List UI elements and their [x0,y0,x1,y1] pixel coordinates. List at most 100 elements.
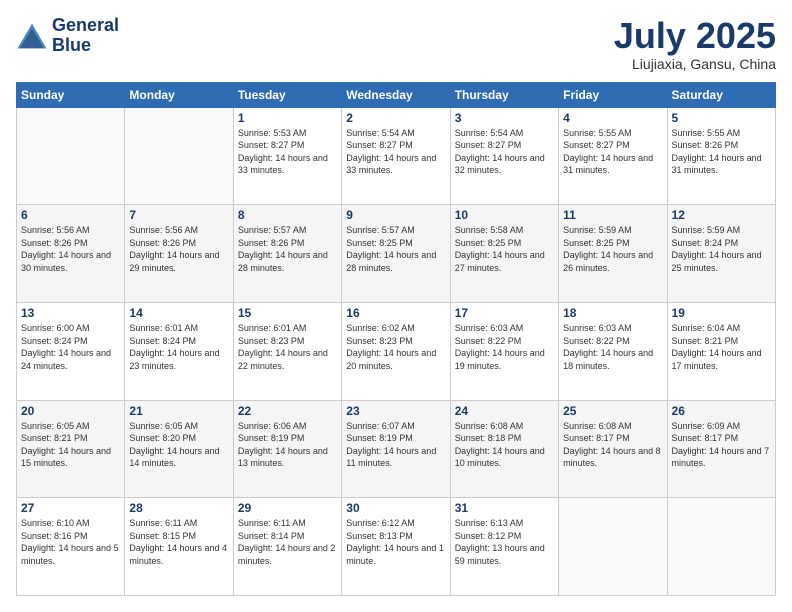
calendar-cell: 6 Sunrise: 5:56 AMSunset: 8:26 PMDaylight… [17,205,125,303]
calendar-cell: 21 Sunrise: 6:05 AMSunset: 8:20 PMDayligh… [125,400,233,498]
day-info: Sunrise: 6:05 AMSunset: 8:20 PMDaylight:… [129,420,228,470]
day-number: 2 [346,111,445,125]
day-number: 21 [129,404,228,418]
day-number: 8 [238,208,337,222]
day-number: 29 [238,501,337,515]
week-row-5: 27 Sunrise: 6:10 AMSunset: 8:16 PMDayligh… [17,498,776,596]
location: Liujiaxia, Gansu, China [614,56,776,72]
day-number: 30 [346,501,445,515]
day-info: Sunrise: 6:08 AMSunset: 8:18 PMDaylight:… [455,420,554,470]
day-number: 6 [21,208,120,222]
calendar-cell: 8Sunrise: 5:57 AMSunset: 8:26 PMDaylight… [233,205,341,303]
day-info: Sunrise: 6:03 AMSunset: 8:22 PMDaylight:… [455,322,554,372]
header-sunday: Sunday [17,82,125,107]
calendar-cell: 27 Sunrise: 6:10 AMSunset: 8:16 PMDayligh… [17,498,125,596]
day-number: 12 [672,208,771,222]
header-monday: Monday [125,82,233,107]
day-info: Sunrise: 5:55 AMSunset: 8:26 PMDaylight:… [672,127,771,177]
day-number: 15 [238,306,337,320]
week-row-3: 13 Sunrise: 6:00 AMSunset: 8:24 PMDayligh… [17,302,776,400]
day-number: 28 [129,501,228,515]
day-info: Sunrise: 6:10 AMSunset: 8:16 PMDaylight:… [21,517,120,567]
week-row-4: 20 Sunrise: 6:05 AMSunset: 8:21 PMDayligh… [17,400,776,498]
calendar-cell: 20 Sunrise: 6:05 AMSunset: 8:21 PMDayligh… [17,400,125,498]
day-number: 20 [21,404,120,418]
day-number: 18 [563,306,662,320]
calendar-cell: 14 Sunrise: 6:01 AMSunset: 8:24 PMDayligh… [125,302,233,400]
day-info: Sunrise: 6:12 AMSunset: 8:13 PMDaylight:… [346,517,445,567]
calendar-cell: 7Sunrise: 5:56 AMSunset: 8:26 PMDaylight… [125,205,233,303]
day-info: Sunrise: 5:54 AMSunset: 8:27 PMDaylight:… [455,127,554,177]
day-info: Sunrise: 5:56 AMSunset: 8:26 PMDaylight:… [21,224,120,274]
day-info: Sunrise: 6:08 AMSunset: 8:17 PMDaylight:… [563,420,662,470]
day-info: Sunrise: 5:55 AMSunset: 8:27 PMDaylight:… [563,127,662,177]
day-info: Sunrise: 5:58 AMSunset: 8:25 PMDaylight:… [455,224,554,274]
day-info: Sunrise: 6:11 AMSunset: 8:15 PMDaylight:… [129,517,228,567]
day-info: Sunrise: 5:59 AMSunset: 8:25 PMDaylight:… [563,224,662,274]
header-friday: Friday [559,82,667,107]
day-info: Sunrise: 6:01 AMSunset: 8:24 PMDaylight:… [129,322,228,372]
day-info: Sunrise: 6:09 AMSunset: 8:17 PMDaylight:… [672,420,771,470]
header-wednesday: Wednesday [342,82,450,107]
calendar-header-row: Sunday Monday Tuesday Wednesday Thursday… [17,82,776,107]
calendar-cell: 3 Sunrise: 5:54 AMSunset: 8:27 PMDaylight… [450,107,558,205]
day-info: Sunrise: 6:11 AMSunset: 8:14 PMDaylight:… [238,517,337,567]
calendar-cell: 12 Sunrise: 5:59 AMSunset: 8:24 PMDayligh… [667,205,775,303]
calendar-cell: 11 Sunrise: 5:59 AMSunset: 8:25 PMDayligh… [559,205,667,303]
calendar-cell: 24 Sunrise: 6:08 AMSunset: 8:18 PMDayligh… [450,400,558,498]
day-number: 27 [21,501,120,515]
day-number: 24 [455,404,554,418]
day-info: Sunrise: 5:57 AMSunset: 8:25 PMDaylight:… [346,224,445,274]
month-title: July 2025 [614,16,776,56]
day-info: Sunrise: 6:07 AMSunset: 8:19 PMDaylight:… [346,420,445,470]
calendar-cell: 9 Sunrise: 5:57 AMSunset: 8:25 PMDaylight… [342,205,450,303]
day-number: 17 [455,306,554,320]
day-number: 10 [455,208,554,222]
day-number: 16 [346,306,445,320]
calendar-cell [559,498,667,596]
day-info: Sunrise: 6:00 AMSunset: 8:24 PMDaylight:… [21,322,120,372]
calendar-cell: 13 Sunrise: 6:00 AMSunset: 8:24 PMDayligh… [17,302,125,400]
day-info: Sunrise: 6:06 AMSunset: 8:19 PMDaylight:… [238,420,337,470]
calendar-cell: 2Sunrise: 5:54 AMSunset: 8:27 PMDaylight… [342,107,450,205]
calendar-cell: 23 Sunrise: 6:07 AMSunset: 8:19 PMDayligh… [342,400,450,498]
day-info: Sunrise: 6:04 AMSunset: 8:21 PMDaylight:… [672,322,771,372]
calendar-cell: 29 Sunrise: 6:11 AMSunset: 8:14 PMDayligh… [233,498,341,596]
day-number: 19 [672,306,771,320]
day-number: 25 [563,404,662,418]
calendar-cell: 16 Sunrise: 6:02 AMSunset: 8:23 PMDayligh… [342,302,450,400]
week-row-2: 6 Sunrise: 5:56 AMSunset: 8:26 PMDaylight… [17,205,776,303]
day-number: 3 [455,111,554,125]
calendar-cell: 1Sunrise: 5:53 AMSunset: 8:27 PMDaylight… [233,107,341,205]
day-info: Sunrise: 6:05 AMSunset: 8:21 PMDaylight:… [21,420,120,470]
calendar-cell: 22Sunrise: 6:06 AMSunset: 8:19 PMDayligh… [233,400,341,498]
day-number: 26 [672,404,771,418]
title-block: July 2025 Liujiaxia, Gansu, China [614,16,776,72]
calendar-cell [17,107,125,205]
calendar-cell: 15Sunrise: 6:01 AMSunset: 8:23 PMDayligh… [233,302,341,400]
day-info: Sunrise: 6:13 AMSunset: 8:12 PMDaylight:… [455,517,554,567]
calendar-cell: 10 Sunrise: 5:58 AMSunset: 8:25 PMDayligh… [450,205,558,303]
calendar-cell: 30 Sunrise: 6:12 AMSunset: 8:13 PMDayligh… [342,498,450,596]
day-info: Sunrise: 6:02 AMSunset: 8:23 PMDaylight:… [346,322,445,372]
calendar-cell: 19 Sunrise: 6:04 AMSunset: 8:21 PMDayligh… [667,302,775,400]
day-number: 23 [346,404,445,418]
calendar-cell: 18 Sunrise: 6:03 AMSunset: 8:22 PMDayligh… [559,302,667,400]
header-tuesday: Tuesday [233,82,341,107]
day-number: 5 [672,111,771,125]
day-info: Sunrise: 6:03 AMSunset: 8:22 PMDaylight:… [563,322,662,372]
day-number: 11 [563,208,662,222]
day-number: 13 [21,306,120,320]
day-info: Sunrise: 5:59 AMSunset: 8:24 PMDaylight:… [672,224,771,274]
day-number: 9 [346,208,445,222]
calendar-cell [667,498,775,596]
calendar-cell: 17 Sunrise: 6:03 AMSunset: 8:22 PMDayligh… [450,302,558,400]
day-number: 14 [129,306,228,320]
day-info: Sunrise: 5:56 AMSunset: 8:26 PMDaylight:… [129,224,228,274]
day-number: 4 [563,111,662,125]
calendar-cell: 31Sunrise: 6:13 AMSunset: 8:12 PMDayligh… [450,498,558,596]
page: General Blue July 2025 Liujiaxia, Gansu,… [0,0,792,612]
calendar-table: Sunday Monday Tuesday Wednesday Thursday… [16,82,776,596]
header-thursday: Thursday [450,82,558,107]
calendar-cell [125,107,233,205]
